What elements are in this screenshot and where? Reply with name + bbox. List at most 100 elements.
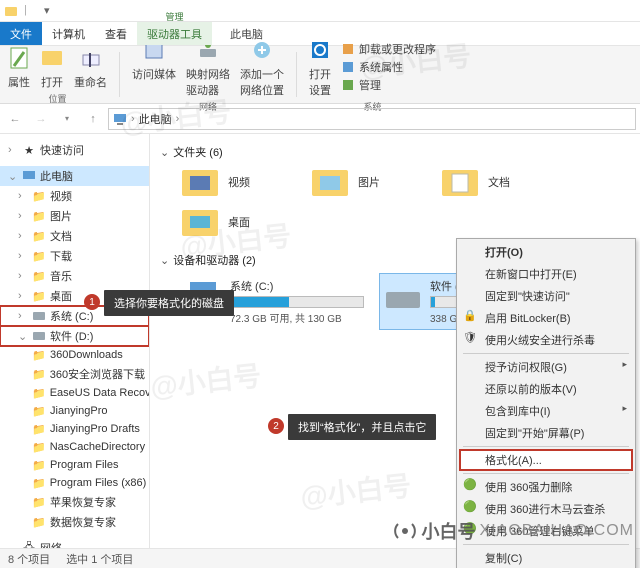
address-path[interactable]: › 此电脑 › bbox=[108, 108, 636, 130]
folder-icon: 📁 bbox=[32, 515, 46, 529]
ctx-copy[interactable]: 复制(C) bbox=[459, 547, 633, 568]
tab-file[interactable]: 文件 bbox=[0, 22, 42, 45]
lock-icon: 🔒 bbox=[463, 309, 479, 325]
ribbon-properties[interactable]: 属性 bbox=[8, 44, 30, 90]
ribbon-map-drive[interactable]: 映射网络 驱动器 bbox=[186, 36, 230, 98]
network-icon: 🖧 bbox=[22, 541, 36, 548]
shield-icon: 🛡 bbox=[463, 331, 479, 347]
star-icon: ★ bbox=[22, 143, 36, 157]
nav-recent-button[interactable]: ▾ bbox=[56, 108, 78, 130]
nav-downloads[interactable]: ›📁下载 bbox=[0, 246, 149, 266]
ribbon-system-properties[interactable]: 系统属性 bbox=[341, 59, 436, 75]
thispc-icon bbox=[113, 112, 127, 126]
nav-folder[interactable]: 📁360Downloads bbox=[0, 346, 149, 364]
disk-icon bbox=[32, 309, 46, 323]
folder-icon: 📁 bbox=[32, 458, 46, 472]
nav-folder[interactable]: 📁Program Files bbox=[0, 456, 149, 474]
ctx-scan[interactable]: 🛡使用火绒安全进行杀毒 bbox=[459, 329, 633, 351]
360-icon: 🟢 bbox=[463, 500, 479, 516]
tab-drive-tools[interactable]: 管理 驱动器工具 bbox=[137, 22, 212, 45]
nav-folder[interactable]: 📁数据恢复专家 bbox=[0, 512, 149, 532]
ribbon: 属性 打开 重命名 位置 访问媒体 映射网络 驱动器 添加一个 网络位置 网络 … bbox=[0, 46, 640, 104]
annotation-badge-2: 2 bbox=[268, 418, 284, 434]
nav-forward-button[interactable]: → bbox=[30, 108, 52, 130]
signal-icon bbox=[392, 518, 418, 544]
ribbon-add-location[interactable]: 添加一个 网络位置 bbox=[240, 36, 284, 98]
nav-folder[interactable]: 📁NasCacheDirectory bbox=[0, 438, 149, 456]
folder-icon: 📁 bbox=[32, 367, 46, 381]
ribbon-manage[interactable]: 管理 bbox=[341, 77, 436, 93]
folder-icon: 📁 bbox=[32, 229, 46, 243]
brand-watermark: 小白号 XIAOBAIHAO.COM bbox=[392, 518, 634, 544]
nav-folder[interactable]: 📁JianyingPro Drafts bbox=[0, 420, 149, 438]
nav-this-pc[interactable]: ⌄此电脑 bbox=[0, 166, 149, 186]
explorer-icon bbox=[4, 4, 18, 18]
thispc-icon bbox=[22, 169, 36, 183]
folder-icon: 📁 bbox=[32, 249, 46, 263]
ribbon-access-media[interactable]: 访问媒体 bbox=[132, 36, 176, 98]
window-titlebar: | ▾ bbox=[0, 0, 640, 22]
ctx-bitlocker[interactable]: 🔒启用 BitLocker(B) bbox=[459, 307, 633, 329]
ribbon-uninstall[interactable]: 卸载或更改程序 bbox=[341, 41, 436, 57]
ctx-360-delete[interactable]: 🟢使用 360强力删除 bbox=[459, 476, 633, 498]
folder-icon: 📁 bbox=[32, 189, 46, 203]
nav-music[interactable]: ›📁音乐 bbox=[0, 266, 149, 286]
nav-quick-access[interactable]: ›★快速访问 bbox=[0, 140, 149, 160]
ctx-pin-start[interactable]: 固定到"开始"屏幕(P) bbox=[459, 422, 633, 444]
folder-icon: 📁 bbox=[32, 476, 46, 490]
qat-dropdown-icon[interactable]: ▾ bbox=[44, 4, 58, 18]
breadcrumb-thispc[interactable]: 此电脑 bbox=[139, 111, 172, 127]
ctx-360-trojan[interactable]: 🟢使用 360进行木马云查杀 bbox=[459, 498, 633, 520]
360-icon: 🟢 bbox=[463, 478, 479, 494]
nav-videos[interactable]: ›📁视频 bbox=[0, 186, 149, 206]
tab-view[interactable]: 查看 bbox=[95, 22, 137, 45]
annotation-badge-1: 1 bbox=[84, 294, 100, 310]
nav-folder[interactable]: 📁EaseUS Data Recovery Wiza bbox=[0, 384, 149, 402]
ctx-grant-access[interactable]: 授予访问权限(G) bbox=[459, 356, 633, 378]
drive-c-free: 72.3 GB 可用, 共 130 GB bbox=[230, 310, 364, 325]
nav-up-button[interactable]: ↑ bbox=[82, 108, 104, 130]
folder-videos[interactable]: 视频 bbox=[180, 166, 250, 198]
folder-icon: 📁 bbox=[32, 348, 46, 362]
annotation-callout-1: 选择你要格式化的磁盘 bbox=[104, 290, 234, 316]
ctx-include-library[interactable]: 包含到库中(I) bbox=[459, 400, 633, 422]
nav-drive-d[interactable]: ⌄软件 (D:) bbox=[0, 326, 149, 346]
ctx-new-window[interactable]: 在新窗口中打开(E) bbox=[459, 263, 633, 285]
nav-pictures[interactable]: ›📁图片 bbox=[0, 206, 149, 226]
drive-c-name: 系统 (C:) bbox=[230, 278, 364, 294]
nav-folder[interactable]: 📁Program Files (x86) bbox=[0, 474, 149, 492]
folder-icon: 📁 bbox=[32, 209, 46, 223]
ribbon-open-settings[interactable]: 打开 设置 bbox=[309, 36, 331, 98]
nav-documents[interactable]: ›📁文档 bbox=[0, 226, 149, 246]
status-selected-count: 选中 1 个项目 bbox=[66, 551, 133, 567]
drive-c-usage-bar bbox=[230, 296, 364, 308]
folder-documents[interactable]: 文档 bbox=[440, 166, 510, 198]
nav-folder[interactable]: 📁360安全浏览器下载 bbox=[0, 364, 149, 384]
ctx-open[interactable]: 打开(O) bbox=[459, 241, 633, 263]
navigation-pane: ›★快速访问 ⌄此电脑 ›📁视频 ›📁图片 ›📁文档 ›📁下载 ›📁音乐 ›📁桌… bbox=[0, 134, 150, 548]
tab-computer[interactable]: 计算机 bbox=[42, 22, 95, 45]
folder-icon: 📁 bbox=[32, 440, 46, 454]
nav-folder[interactable]: 📁苹果恢复专家 bbox=[0, 492, 149, 512]
ctx-format[interactable]: 格式化(A)... bbox=[459, 449, 633, 471]
desktop-folder-icon bbox=[180, 206, 220, 238]
nav-back-button[interactable]: ← bbox=[4, 108, 26, 130]
folder-icon: 📁 bbox=[32, 404, 46, 418]
ctx-pin-quick[interactable]: 固定到"快速访问" bbox=[459, 285, 633, 307]
nav-folder[interactable]: 📁JianyingPro bbox=[0, 402, 149, 420]
ctx-restore-prev[interactable]: 还原以前的版本(V) bbox=[459, 378, 633, 400]
folder-desktop[interactable]: 桌面 bbox=[180, 206, 630, 238]
folder-icon: 📁 bbox=[32, 422, 46, 436]
annotation-callout-2: 找到“格式化”，并且点击它 bbox=[288, 414, 436, 440]
folder-pictures[interactable]: 图片 bbox=[310, 166, 380, 198]
videos-folder-icon bbox=[180, 166, 220, 198]
folder-icon: 📁 bbox=[32, 289, 46, 303]
tab-group-label: 管理 bbox=[137, 10, 212, 23]
section-folders[interactable]: ⌄文件夹 (6) bbox=[160, 144, 630, 160]
documents-folder-icon bbox=[440, 166, 480, 198]
ribbon-open[interactable]: 打开 bbox=[40, 44, 64, 90]
drive-icon bbox=[384, 278, 422, 312]
nav-network[interactable]: ⌄🖧网络 bbox=[0, 538, 149, 548]
ribbon-rename[interactable]: 重命名 bbox=[74, 44, 107, 90]
folder-icon: 📁 bbox=[32, 495, 46, 509]
